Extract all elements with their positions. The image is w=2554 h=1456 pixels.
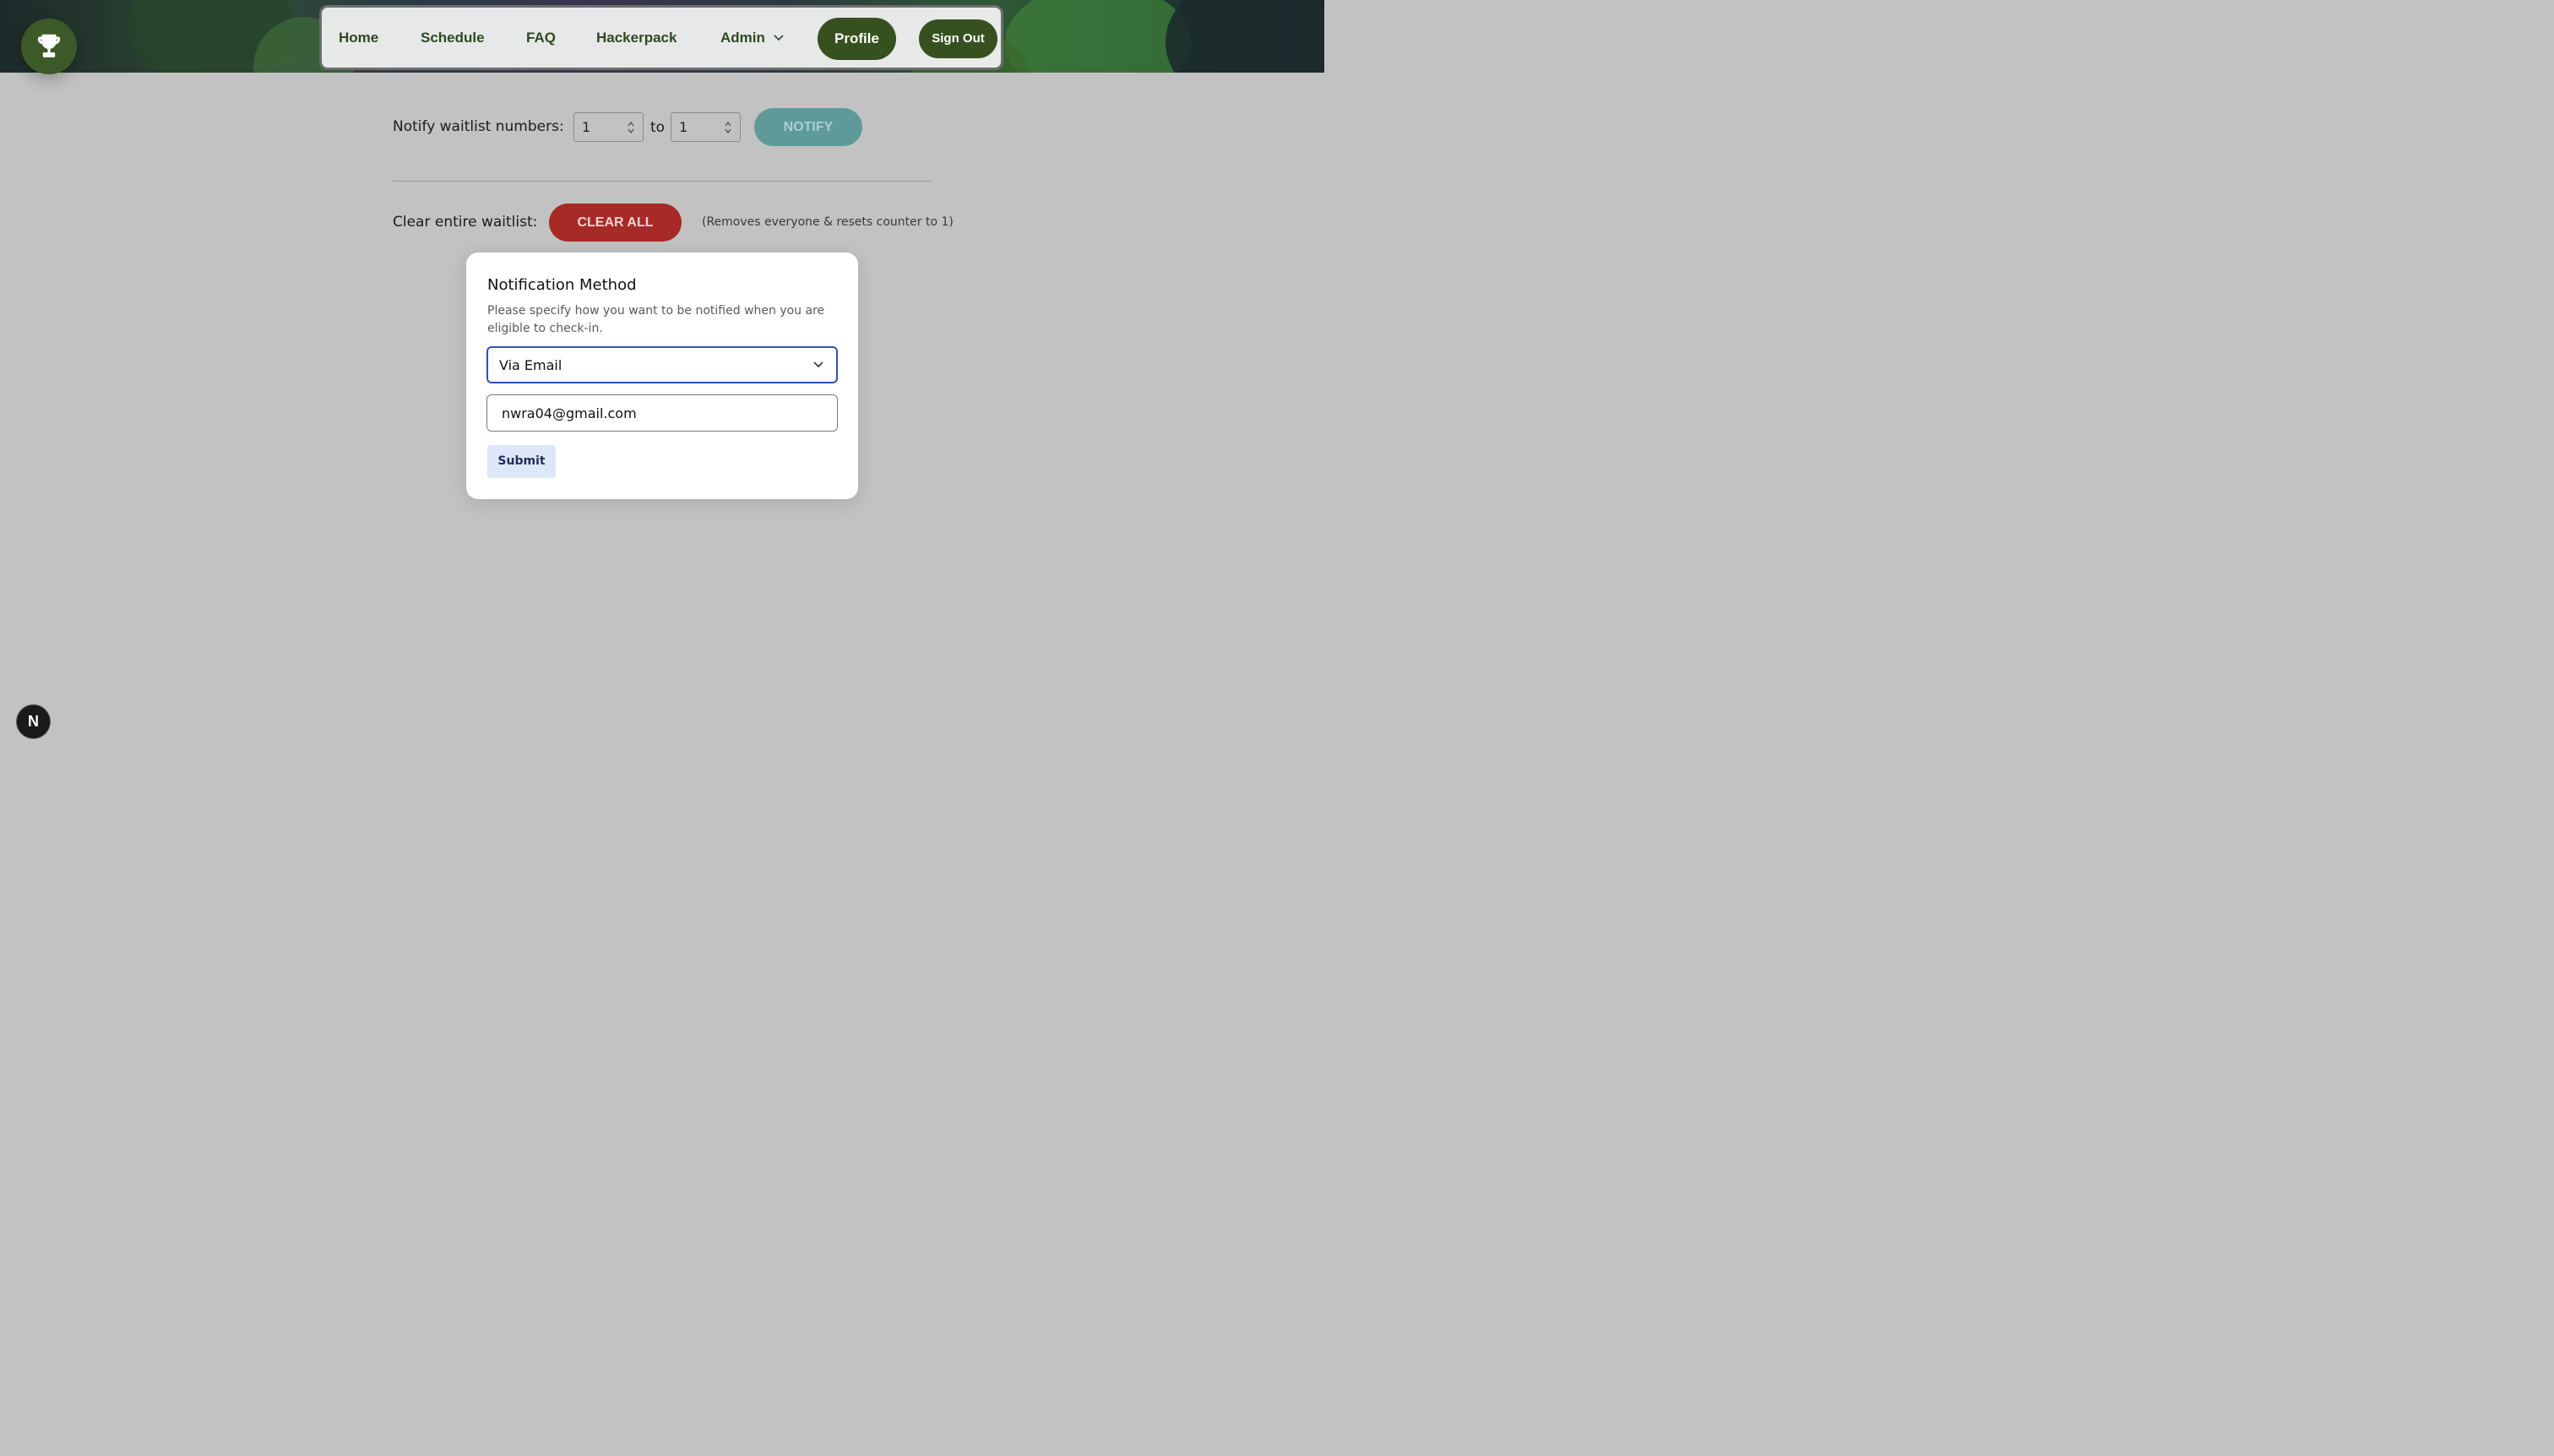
- top-nav: Home Schedule FAQ Hackerpack Admin Profi…: [319, 5, 1003, 70]
- notify-label: Notify waitlist numbers:: [393, 118, 564, 135]
- nav-home-link[interactable]: Home: [339, 5, 378, 70]
- waitlist-from-input[interactable]: 1: [573, 112, 644, 142]
- waitlist-from-value: 1: [582, 119, 591, 135]
- nav-admin-dropdown[interactable]: Admin: [720, 5, 785, 70]
- modal-title: Notification Method: [487, 276, 637, 294]
- notify-button[interactable]: NOTIFY: [754, 108, 862, 146]
- clear-note: (Removes everyone & resets counter to 1): [702, 215, 954, 229]
- email-value: nwra04@gmail.com: [502, 405, 637, 421]
- spinner-arrows-icon[interactable]: [628, 121, 634, 134]
- profile-button[interactable]: Profile: [818, 18, 896, 60]
- sign-out-button[interactable]: Sign Out: [919, 19, 997, 58]
- spinner-arrows-icon[interactable]: [725, 121, 731, 134]
- clear-all-button[interactable]: CLEAR ALL: [549, 204, 682, 242]
- email-input[interactable]: nwra04@gmail.com: [486, 394, 838, 432]
- trophy-icon: [37, 34, 61, 57]
- chevron-down-icon: [774, 35, 784, 41]
- chevron-down-icon: [813, 361, 823, 368]
- dev-tools-badge[interactable]: N: [17, 705, 50, 738]
- nav-admin-label: Admin: [720, 30, 765, 46]
- modal-description: Please specify how you want to be notifi…: [487, 304, 825, 335]
- nav-schedule-link[interactable]: Schedule: [421, 5, 485, 70]
- section-divider: [393, 181, 932, 182]
- waitlist-to-value: 1: [679, 119, 688, 135]
- to-label: to: [650, 119, 666, 136]
- notification-method-value: Via Email: [499, 357, 562, 373]
- submit-button[interactable]: Submit: [487, 445, 556, 478]
- waitlist-to-input[interactable]: 1: [671, 112, 741, 142]
- notification-method-select[interactable]: Via Email: [486, 346, 838, 383]
- clear-label: Clear entire waitlist:: [393, 214, 538, 231]
- nav-faq-link[interactable]: FAQ: [526, 5, 556, 70]
- trophy-logo[interactable]: [21, 19, 77, 74]
- nav-hackerpack-link[interactable]: Hackerpack: [596, 5, 677, 70]
- notification-method-modal: Notification Method Please specify how y…: [466, 253, 858, 499]
